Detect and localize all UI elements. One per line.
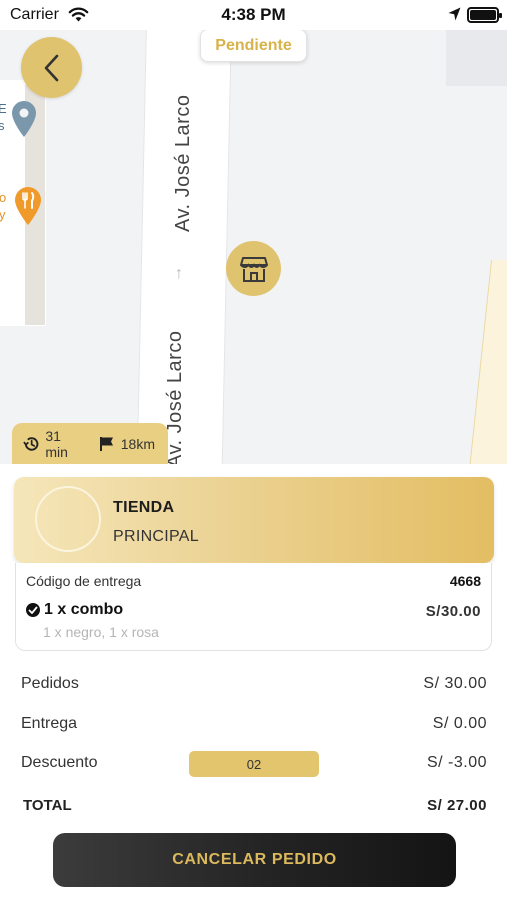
delivery-code-value: 4668 xyxy=(449,573,481,589)
order-item-price: S/30.00 xyxy=(425,603,481,620)
eta-info: 31 min 18km xyxy=(12,423,168,464)
store-avatar xyxy=(35,486,101,552)
eta-time: 31 min xyxy=(23,428,86,460)
total-label: TOTAL xyxy=(23,797,72,814)
order-item-name: 1 x combo xyxy=(44,601,124,618)
pedidos-label: Pedidos xyxy=(21,675,79,692)
eta-distance-value: 18km xyxy=(120,435,155,452)
restaurant-icon[interactable] xyxy=(14,186,42,226)
direction-arrow-icon: ↑ xyxy=(175,265,183,282)
store-name: TIENDA xyxy=(113,499,175,516)
order-item-detail: 1 x negro, 1 x rosa xyxy=(43,624,159,640)
map-block xyxy=(446,30,507,86)
map-pin-icon[interactable] xyxy=(10,100,38,138)
descuento-label: Descuento xyxy=(21,754,98,771)
pedidos-value: S/ 30.00 xyxy=(423,675,487,692)
order-details-card: Código de entrega 4668 1 x combo S/30.00… xyxy=(15,563,492,651)
poi-label: E s xyxy=(0,101,7,133)
back-button[interactable] xyxy=(21,37,82,98)
total-value: S/ 27.00 xyxy=(427,797,487,814)
eta-time-value: 31 min xyxy=(45,427,68,460)
chevron-left-icon xyxy=(44,54,58,81)
flag-icon xyxy=(99,436,113,451)
descuento-value: S/ -3.00 xyxy=(426,754,487,771)
order-status-badge: Pendiente xyxy=(200,29,307,62)
status-time: 4:38 PM xyxy=(221,5,286,24)
coupon-code-badge: 02 xyxy=(189,751,319,777)
order-item: 1 x combo xyxy=(26,601,123,619)
summary-row-pedidos: Pedidos S/ 30.00 xyxy=(21,675,487,697)
store-marker-icon[interactable] xyxy=(226,241,281,296)
eta-distance: 18km xyxy=(99,436,155,452)
store-subtitle: PRINCIPAL xyxy=(113,528,199,545)
entrega-label: Entrega xyxy=(21,715,78,732)
location-arrow-icon xyxy=(448,7,461,21)
status-bar: Carrier 4:38 PM xyxy=(0,0,507,30)
store-card[interactable]: TIENDA PRINCIPAL xyxy=(14,477,494,563)
delivery-code-label: Código de entrega xyxy=(26,573,142,589)
summary-row-total: TOTAL S/ 27.00 xyxy=(21,797,487,819)
entrega-value: S/ 0.00 xyxy=(432,715,487,732)
store-icon xyxy=(239,256,268,282)
map-block-park xyxy=(468,260,507,464)
map-view[interactable]: Av. José Larco Av. José Larco ↑ E s o y … xyxy=(0,30,507,464)
check-circle-icon xyxy=(26,603,40,617)
summary-row-entrega: Entrega S/ 0.00 xyxy=(21,715,487,737)
battery-icon xyxy=(467,7,502,23)
cancel-order-button[interactable]: CANCELAR PEDIDO xyxy=(53,833,456,887)
street-label: Av. José Larco xyxy=(172,94,194,232)
history-clock-icon xyxy=(23,436,39,451)
poi-label: o y xyxy=(0,190,7,222)
